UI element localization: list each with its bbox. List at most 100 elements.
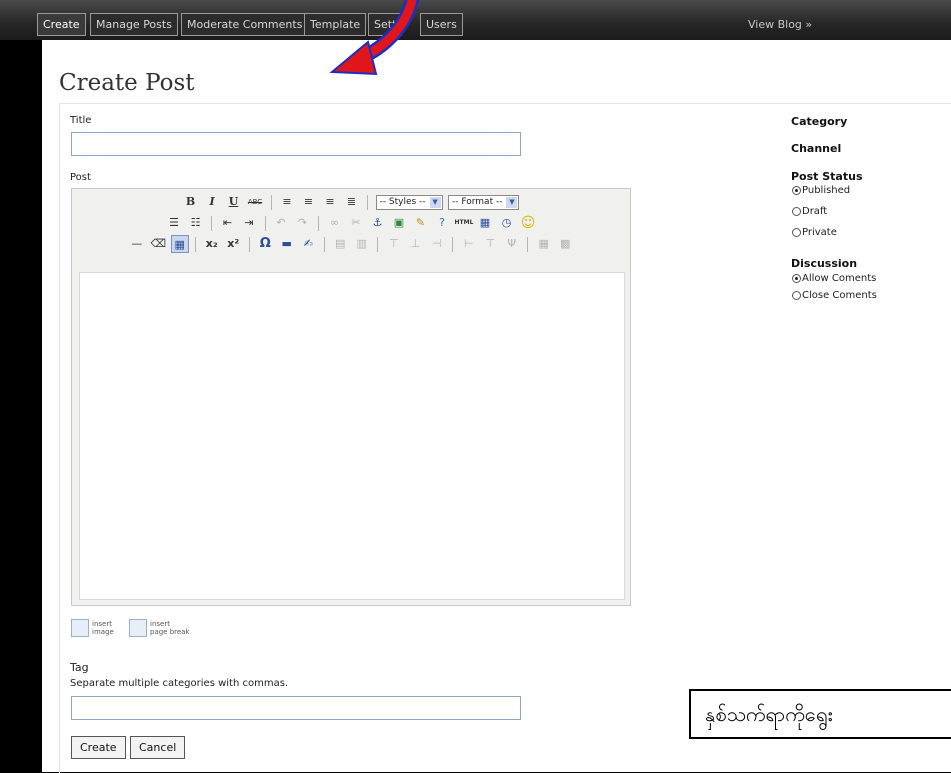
redo-icon[interactable]: ↷ — [294, 214, 312, 232]
visual-aid-icon[interactable]: ▦ — [170, 235, 189, 253]
html-source-icon[interactable]: HTML — [455, 214, 474, 232]
insert-image-button[interactable]: insert image — [71, 617, 114, 639]
editor-toolbar-row-2: ☰ ☷ ⇤ ⇥ ↶ ↷ ∞ ✂ ⚓ ▣ ✎ ? HTML ▦ ◷ ☺ — [72, 214, 630, 234]
toolbar-separator — [211, 215, 212, 231]
radio-selected-icon — [792, 274, 801, 283]
content-panel: Create Post Title Post B I U ABC ≡ ≡ ≡ ≣… — [42, 40, 951, 773]
underline-icon[interactable]: U — [225, 193, 243, 211]
insert-row-after-icon[interactable]: ⊥ — [406, 235, 424, 253]
insert-time-icon[interactable]: ◷ — [498, 214, 516, 232]
emoticon-icon[interactable]: ☺ — [519, 214, 537, 232]
toolbar-separator — [248, 236, 250, 252]
numbered-list-icon[interactable]: ☷ — [187, 214, 205, 232]
styles-select[interactable]: -- Styles -- ▼ — [375, 194, 443, 210]
bold-icon[interactable]: B — [182, 193, 200, 211]
post-status-private-radio[interactable]: Private — [792, 227, 837, 238]
strikethrough-icon[interactable]: ABC — [246, 193, 264, 211]
tag-label: Tag — [70, 661, 89, 674]
link-icon[interactable]: ∞ — [326, 214, 344, 232]
merge-cells-icon[interactable]: ▩ — [556, 235, 574, 253]
tag-hint: Separate multiple categories with commas… — [70, 678, 289, 689]
table-cell-props-icon[interactable]: ▥ — [353, 235, 371, 253]
page-title: Create Post — [59, 70, 195, 96]
channel-heading: Channel — [791, 142, 842, 155]
post-status-heading: Post Status — [791, 170, 863, 183]
format-select-value: -- Format -- — [452, 196, 503, 207]
tab-create[interactable]: Create — [37, 13, 86, 36]
radio-empty-icon — [792, 291, 801, 300]
image-icon[interactable]: ▣ — [390, 214, 408, 232]
split-cells-icon[interactable]: ▦ — [535, 235, 553, 253]
italic-icon[interactable]: I — [203, 193, 221, 211]
undo-icon[interactable]: ↶ — [272, 214, 290, 232]
superscript-icon[interactable]: x² — [224, 235, 242, 253]
cleanup-icon[interactable]: ✎ — [412, 214, 430, 232]
toolbar-separator — [377, 236, 379, 252]
toolbar-separator — [195, 236, 197, 252]
post-label: Post — [70, 172, 91, 183]
title-input[interactable] — [71, 132, 521, 156]
insert-page-break-button[interactable]: insert page break — [129, 617, 190, 639]
rich-text-editor: B I U ABC ≡ ≡ ≡ ≣ -- Styles -- ▼ -- Forma… — [71, 188, 631, 606]
delete-col-icon[interactable]: Ψ — [503, 235, 521, 253]
post-status-published-radio[interactable]: Published — [792, 185, 850, 196]
insert-col-after-icon[interactable]: ⊤ — [481, 235, 499, 253]
tab-moderate-comments[interactable]: Moderate Comments — [181, 13, 309, 36]
insert-page-break-icon — [129, 619, 147, 637]
title-label: Title — [70, 115, 92, 126]
toolbar-separator — [270, 194, 272, 210]
insert-image-caption: insert image — [92, 620, 114, 636]
tab-manage-posts[interactable]: Manage Posts — [90, 13, 178, 36]
post-status-draft-radio[interactable]: Draft — [792, 206, 827, 217]
toolbar-separator — [367, 194, 369, 210]
delete-row-icon[interactable]: ⊣ — [428, 235, 446, 253]
cancel-button[interactable]: Cancel — [130, 736, 186, 759]
post-form: Title Post B I U ABC ≡ ≡ ≡ ≣ -- Styles -… — [59, 103, 951, 773]
toolbar-separator — [323, 236, 325, 252]
discussion-heading: Discussion — [791, 257, 858, 270]
horizontal-rule-icon[interactable]: — — [128, 235, 146, 253]
tag-input[interactable] — [71, 696, 521, 720]
allow-comments-radio[interactable]: Allow Coments — [792, 273, 876, 284]
close-comments-radio[interactable]: Close Coments — [792, 290, 877, 301]
view-blog-link[interactable]: View Blog » — [748, 18, 812, 31]
top-navigation-bar: Create Manage Posts Moderate Comments Te… — [0, 0, 951, 40]
format-select[interactable]: -- Format -- ▼ — [448, 194, 520, 210]
special-char-icon[interactable]: Ω — [256, 235, 274, 253]
red-arrow-icon — [329, 0, 419, 76]
remove-format-icon[interactable]: ⌫ — [149, 235, 167, 253]
radio-label: Allow Coments — [802, 273, 877, 284]
chevron-down-icon: ▼ — [506, 196, 518, 208]
annotation-callout: နှစ်သက်ရာကိုရွေး — [689, 689, 951, 739]
align-right-icon[interactable]: ≡ — [321, 193, 339, 211]
radio-empty-icon — [792, 207, 801, 216]
toolbar-separator — [264, 215, 266, 231]
insert-hr-icon[interactable]: ▬ — [278, 235, 296, 253]
editor-toolbar-row-3: — ⌫ ▦ x₂ x² Ω ▬ ✍ ▤ ▥ ⊤ ⊥ ⊣ ⊢ ⊤ Ψ ▦ ▩ — [72, 235, 630, 255]
create-button[interactable]: Create — [71, 736, 126, 759]
toolbar-separator — [452, 236, 454, 252]
toolbar-separator — [318, 215, 319, 231]
styles-select-value: -- Styles -- — [379, 196, 426, 207]
insert-date-icon[interactable]: ▦ — [476, 214, 494, 232]
insert-row-before-icon[interactable]: ⊤ — [385, 235, 403, 253]
align-justify-icon[interactable]: ≣ — [343, 193, 361, 211]
insert-col-before-icon[interactable]: ⊢ — [460, 235, 478, 253]
post-body-editor[interactable] — [79, 272, 625, 600]
align-left-icon[interactable]: ≡ — [278, 193, 296, 211]
unlink-icon[interactable]: ✂ — [347, 214, 365, 232]
subscript-icon[interactable]: x₂ — [203, 235, 221, 253]
help-icon[interactable]: ? — [433, 214, 451, 232]
radio-label: Draft — [802, 206, 828, 217]
radio-label: Close Coments — [802, 290, 877, 301]
edit-attributes-icon[interactable]: ✍ — [299, 235, 317, 253]
arrow-head — [329, 40, 378, 76]
anchor-icon[interactable]: ⚓ — [369, 214, 387, 232]
bullet-list-icon[interactable]: ☰ — [165, 214, 183, 232]
table-row-props-icon[interactable]: ▤ — [331, 235, 349, 253]
outdent-icon[interactable]: ⇤ — [219, 214, 237, 232]
editor-toolbar-row-1: B I U ABC ≡ ≡ ≡ ≣ -- Styles -- ▼ -- Forma… — [72, 193, 630, 213]
indent-icon[interactable]: ⇥ — [240, 214, 258, 232]
align-center-icon[interactable]: ≡ — [300, 193, 318, 211]
category-heading: Category — [791, 115, 848, 128]
